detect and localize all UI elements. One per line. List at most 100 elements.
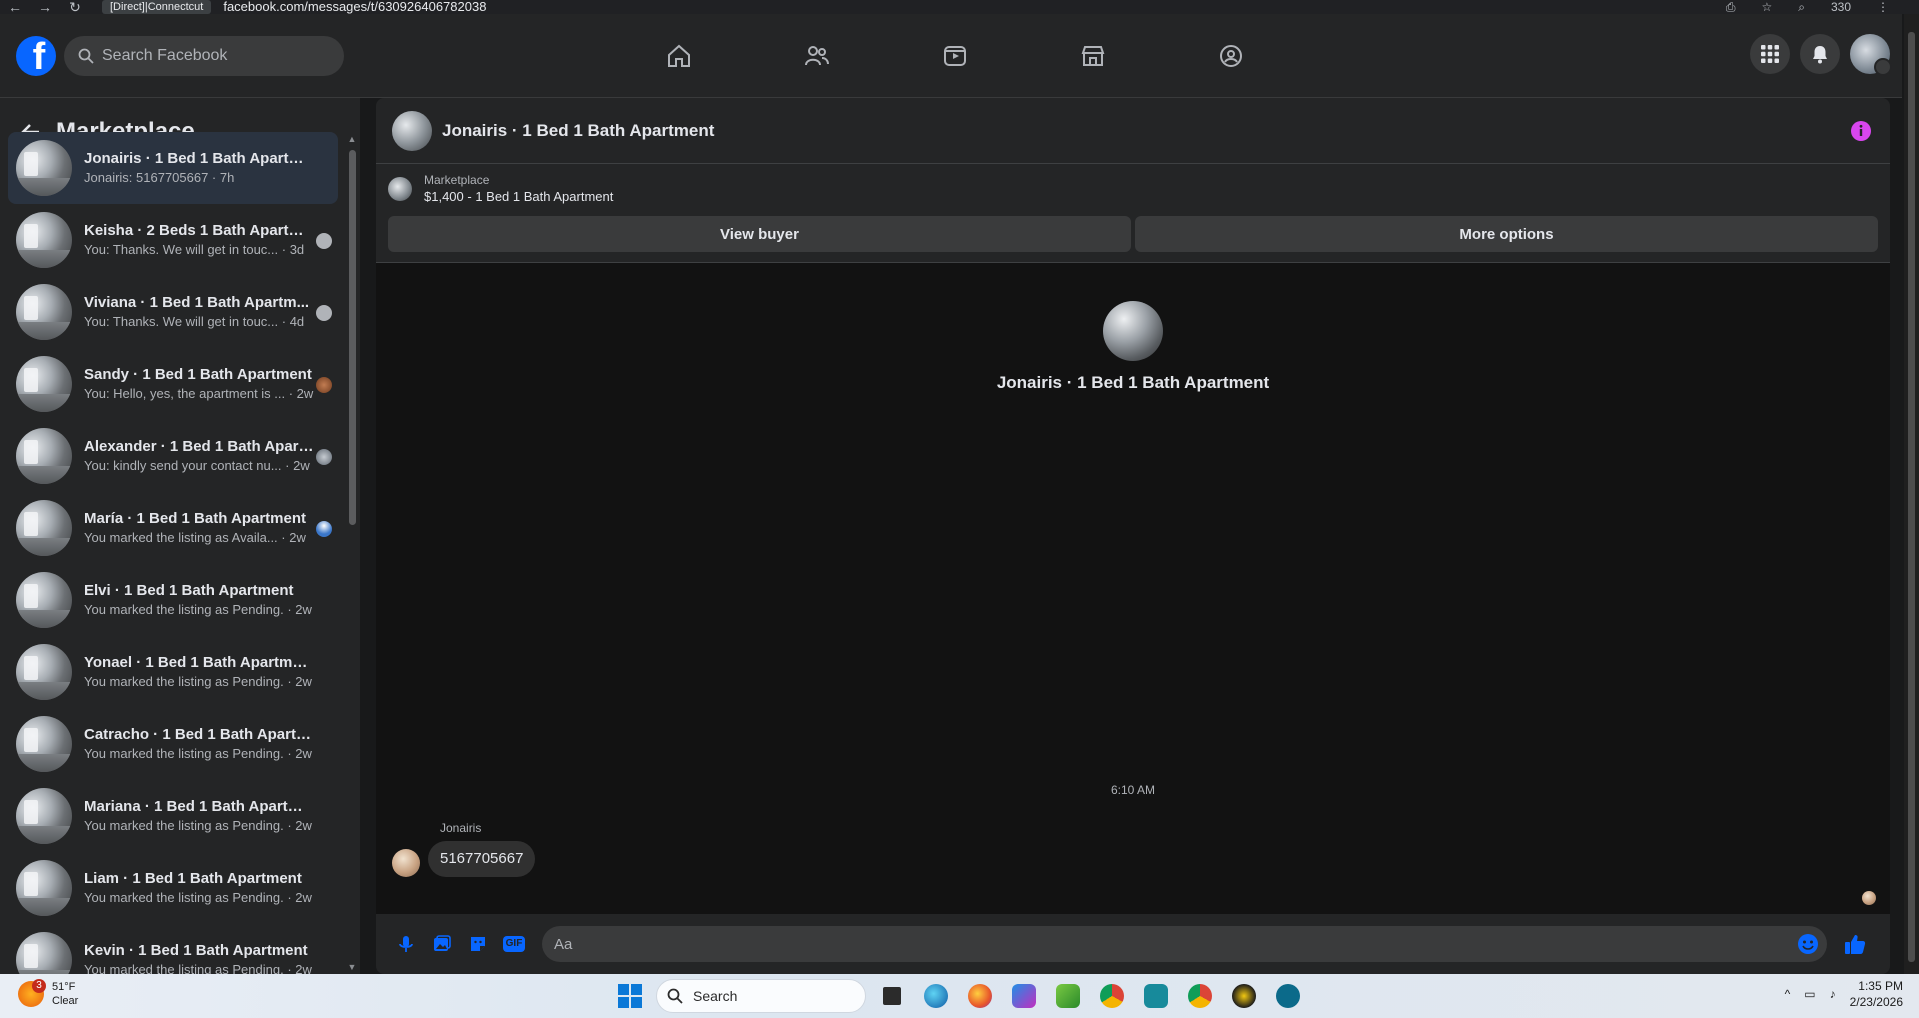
listing-summary[interactable]: Marketplace $1,400 - 1 Bed 1 Bath Apartm… — [388, 172, 613, 206]
reload-icon[interactable]: ↻ — [60, 0, 90, 14]
network-icon[interactable]: ▭ — [1804, 987, 1815, 1001]
conversation-item[interactable]: María · 1 Bed 1 Bath Apartment You marked… — [8, 492, 338, 564]
conversation-title: Sandy · 1 Bed 1 Bath Apartment — [84, 366, 312, 383]
sidebar-scrollbar[interactable] — [349, 150, 356, 525]
seen-avatar — [316, 377, 332, 393]
volume-icon[interactable]: ♪ — [1830, 987, 1836, 1001]
search-bar[interactable] — [64, 36, 344, 76]
like-button[interactable] — [1837, 926, 1873, 962]
tab-counter[interactable]: 330 — [1831, 0, 1851, 14]
search-icon — [667, 988, 683, 1004]
edge-icon[interactable] — [918, 978, 954, 1014]
seen-avatar — [316, 305, 332, 321]
lens-icon[interactable]: ⌕ — [1798, 0, 1805, 14]
app-badge-icon[interactable] — [1270, 978, 1306, 1014]
conversation-item[interactable]: Elvi · 1 Bed 1 Bath Apartment You marked … — [8, 564, 338, 636]
nav-friends[interactable] — [748, 32, 886, 80]
read-receipt-avatar — [1862, 891, 1876, 905]
facebook-logo-icon[interactable]: f — [16, 36, 56, 76]
conversation-item[interactable]: Keisha · 2 Beds 1 Bath Apartm... You: Tha… — [8, 204, 338, 276]
info-icon[interactable] — [1850, 120, 1872, 142]
surfshark-icon[interactable] — [1138, 978, 1174, 1014]
tray-chevron-icon[interactable]: ^ — [1785, 987, 1791, 1001]
weather-desc: Clear — [52, 995, 79, 1007]
install-icon[interactable]: ⎙ — [1726, 0, 1736, 14]
conversation-preview: You marked the listing as Pending. · 2w — [84, 818, 312, 833]
search-input[interactable] — [102, 47, 322, 65]
listing-thumbnail — [16, 500, 72, 556]
seen-avatar — [316, 521, 332, 537]
weather-widget[interactable]: 3 51°F Clear — [18, 979, 79, 1008]
chrome-icon[interactable] — [1094, 978, 1130, 1014]
scroll-up-icon[interactable]: ▲ — [347, 134, 357, 144]
conversation-title: Viviana · 1 Bed 1 Bath Apartm... — [84, 294, 310, 311]
profile-avatar[interactable] — [1850, 34, 1892, 76]
xbox-icon[interactable] — [1226, 978, 1262, 1014]
taskbar-search-label: Search — [693, 988, 738, 1004]
nav-groups[interactable] — [1162, 32, 1300, 80]
seen-avatar — [316, 233, 332, 249]
conversation-header: Jonairis · 1 Bed 1 Bath Apartment — [376, 98, 1890, 164]
menu-kebab-icon[interactable]: ⋮ — [1877, 0, 1889, 14]
taskbar-search[interactable]: Search — [656, 979, 866, 1013]
system-tray: ^ ▭ ♪ 1:35 PM 2/23/2026 — [1785, 978, 1903, 1010]
conversation-title: Mariana · 1 Bed 1 Bath Apartment — [84, 798, 314, 815]
conversation-item[interactable]: Mariana · 1 Bed 1 Bath Apartment You mark… — [8, 780, 338, 852]
sender-name: Jonairis — [440, 821, 482, 835]
menu-button[interactable] — [1750, 34, 1790, 74]
address-bar[interactable]: facebook.com/messages/t/630926406782038 — [223, 0, 486, 14]
task-view-icon[interactable] — [874, 978, 910, 1014]
facebook-header: f — [0, 14, 1902, 98]
main-nav — [610, 32, 1300, 80]
notepad-icon[interactable] — [1050, 978, 1086, 1014]
gif-button[interactable]: GIF — [496, 926, 532, 962]
sender-avatar[interactable] — [392, 849, 420, 877]
listing-thumbnail — [16, 284, 72, 340]
listing-source: Marketplace — [424, 173, 490, 187]
conversation-item[interactable]: Sandy · 1 Bed 1 Bath Apartment You: Hello… — [8, 348, 338, 420]
conversation-title: Alexander · 1 Bed 1 Bath Apart... — [84, 438, 314, 455]
more-options-button[interactable]: More options — [1135, 216, 1878, 252]
site-info-chip[interactable]: [Direct]|Connectcut — [102, 0, 212, 14]
message-input[interactable] — [554, 935, 1754, 953]
attach-photo-button[interactable] — [424, 926, 460, 962]
nav-video[interactable] — [886, 32, 1024, 80]
back-icon[interactable]: ← — [0, 0, 30, 14]
conversation-item[interactable]: Kevin · 1 Bed 1 Bath Apartment You marked… — [8, 924, 338, 974]
conversation-item[interactable]: Yonael · 1 Bed 1 Bath Apartment You marke… — [8, 636, 338, 708]
chrome-profile-icon[interactable] — [1182, 978, 1218, 1014]
nav-home[interactable] — [610, 32, 748, 80]
message-bubble[interactable]: 5167705667 — [428, 841, 536, 877]
conversation-title: Yonael · 1 Bed 1 Bath Apartment — [84, 654, 314, 671]
view-buyer-button[interactable]: View buyer — [388, 216, 1131, 252]
conversation-item[interactable]: Catracho · 1 Bed 1 Bath Apartment You mar… — [8, 708, 338, 780]
emoji-icon[interactable] — [1797, 933, 1819, 955]
notifications-button[interactable] — [1800, 34, 1840, 74]
conversation-preview: You marked the listing as Pending. · 2w — [84, 962, 312, 974]
conversation-avatar[interactable] — [392, 110, 432, 151]
bookmark-star-icon[interactable]: ☆ — [1761, 0, 1772, 14]
page-scrollbar-thumb[interactable] — [1908, 32, 1915, 962]
firefox-icon[interactable] — [962, 978, 998, 1014]
voice-clip-button[interactable] — [388, 926, 424, 962]
conversation-preview: You marked the listing as Pending. · 2w — [84, 674, 312, 689]
conversation-item[interactable]: Liam · 1 Bed 1 Bath Apartment You marked … — [8, 852, 338, 924]
listing-thumbnail — [16, 644, 72, 700]
conversation-item[interactable]: Alexander · 1 Bed 1 Bath Apart... You: ki… — [8, 420, 338, 492]
sticker-button[interactable] — [460, 926, 496, 962]
scroll-down-icon[interactable]: ▼ — [347, 962, 357, 972]
conversation-header-title[interactable]: Jonairis · 1 Bed 1 Bath Apartment — [442, 121, 714, 141]
message-input-wrapper[interactable] — [542, 926, 1827, 962]
windows-start-icon[interactable] — [612, 978, 648, 1014]
conversation-item[interactable]: Jonairis · 1 Bed 1 Bath Apartment Jonairi… — [8, 132, 338, 204]
conversation-item[interactable]: Viviana · 1 Bed 1 Bath Apartm... You: Tha… — [8, 276, 338, 348]
nav-marketplace[interactable] — [1024, 32, 1162, 80]
seen-avatar — [316, 449, 332, 465]
forward-icon[interactable]: → — [30, 0, 60, 14]
snipping-tool-icon[interactable] — [1006, 978, 1042, 1014]
conversation-preview: Jonairis: 5167705667 · 7h — [84, 170, 235, 185]
page-scrollbar[interactable] — [1904, 14, 1919, 974]
conversation-preview: You: Thanks. We will get in touc... · 4d — [84, 314, 305, 329]
clock[interactable]: 1:35 PM 2/23/2026 — [1850, 978, 1903, 1010]
thread-intro-title: Jonairis · 1 Bed 1 Bath Apartment — [996, 373, 1270, 392]
